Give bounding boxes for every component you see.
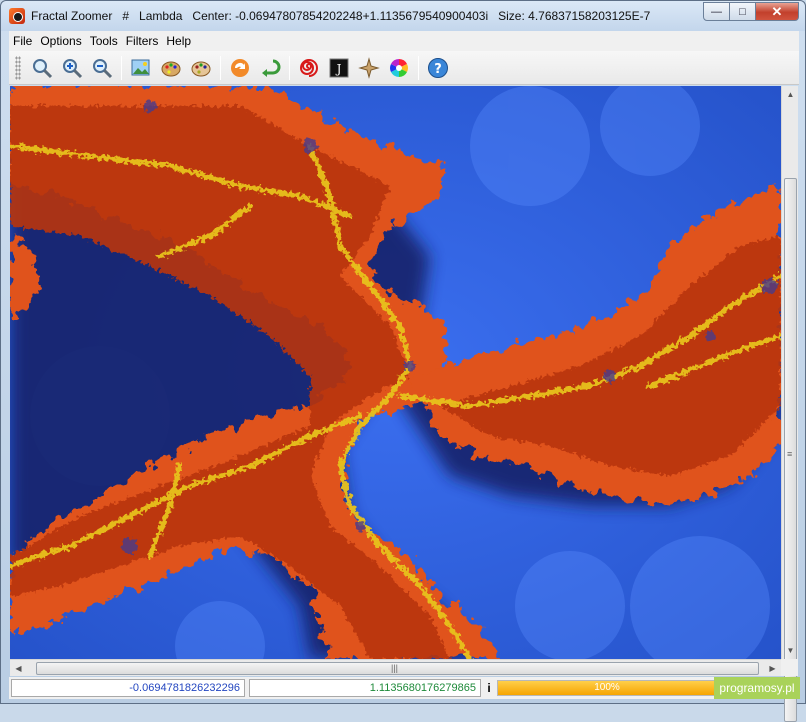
help-button[interactable]: ?	[424, 54, 452, 82]
scroll-up-arrow-icon[interactable]: ▲	[782, 86, 799, 103]
scroll-grip-icon: ≡	[787, 449, 793, 459]
title-hash: #	[122, 9, 130, 23]
imaginary-unit-label: i	[487, 681, 491, 695]
fractal-image	[10, 86, 781, 659]
scroll-grip-icon: |||	[391, 663, 399, 673]
menu-filters[interactable]: Filters	[122, 34, 163, 48]
zoom-icon	[33, 58, 53, 78]
toolbar-separator	[121, 55, 122, 80]
close-button[interactable]: ✕	[755, 2, 799, 21]
real-coordinate-field: -0.0694781826232296	[11, 679, 245, 697]
svg-text:J: J	[335, 62, 342, 76]
maximize-button[interactable]: □	[729, 2, 756, 21]
palette-out-icon	[191, 61, 211, 76]
julia-icon: J	[329, 58, 349, 77]
fractal-canvas[interactable]	[10, 86, 781, 659]
refresh-button[interactable]	[226, 54, 254, 82]
julia-button[interactable]: J	[325, 54, 353, 82]
zoom-out-icon	[93, 58, 113, 78]
svg-text:?: ?	[434, 62, 442, 77]
app-window: Fractal Zoomer # Lambda Center: -0.06947807…	[0, 0, 806, 722]
title-size: Size: 4.76837158203125E-7	[498, 9, 651, 23]
menu-options[interactable]: Options	[36, 34, 85, 48]
refresh-icon	[231, 58, 249, 77]
scroll-down-arrow-icon[interactable]: ▼	[782, 642, 799, 659]
progress-label: 100%	[594, 682, 620, 693]
zoom-in-button[interactable]	[58, 54, 86, 82]
toolbar-grip[interactable]	[15, 55, 21, 80]
zoom-out-button[interactable]	[88, 54, 116, 82]
color-wheel-button[interactable]	[385, 54, 413, 82]
vertical-scrollbar[interactable]: ▲ ≡ ▼	[781, 86, 799, 722]
palette-out-button[interactable]	[187, 54, 215, 82]
spiral-icon	[299, 58, 318, 77]
polar-projection-button[interactable]	[355, 54, 383, 82]
progress-bar: 100%	[497, 680, 717, 696]
scroll-corner	[781, 659, 798, 676]
title-center: Center: -0.06947807854202248+1.113567954…	[192, 9, 489, 23]
go-back-icon	[262, 59, 281, 77]
scroll-left-arrow-icon[interactable]: ◀	[10, 660, 27, 677]
vertical-scroll-thumb[interactable]: ≡	[784, 178, 797, 722]
save-image-icon	[131, 59, 150, 75]
horizontal-scroll-thumb[interactable]: |||	[36, 662, 759, 675]
palette-button[interactable]	[157, 54, 185, 82]
window-title: Fractal Zoomer # Lambda Center: -0.06947807…	[31, 9, 660, 23]
status-bar: -0.0694781826232296 1.1135680176279865 i…	[9, 677, 799, 699]
fractal-zoomer-app-icon[interactable]	[9, 8, 25, 24]
menu-help[interactable]: Help	[162, 34, 195, 48]
toolbar-separator	[418, 55, 419, 80]
zoom-button[interactable]	[28, 54, 56, 82]
watermark-logo: programosy.pl	[714, 677, 800, 699]
zoom-in-icon	[63, 58, 83, 78]
title-app-name: Fractal Zoomer	[31, 9, 113, 23]
imaginary-coordinate-field: 1.1135680176279865	[249, 679, 481, 697]
help-icon: ?	[428, 57, 448, 78]
spiral-button[interactable]	[295, 54, 323, 82]
window-controls: — □ ✕	[703, 2, 799, 21]
color-wheel-icon	[390, 58, 408, 77]
toolbar-separator	[220, 55, 221, 80]
toolbar-separator	[289, 55, 290, 80]
polar-icon	[358, 56, 380, 79]
minimize-button[interactable]: —	[703, 2, 730, 21]
title-bar[interactable]: Fractal Zoomer # Lambda Center: -0.06947807…	[1, 1, 805, 31]
horizontal-scrollbar[interactable]: ◀ ||| ▶	[10, 659, 781, 676]
menu-file[interactable]: File	[9, 34, 36, 48]
save-image-button[interactable]	[127, 54, 155, 82]
menu-bar: File Options Tools Filters Help	[9, 31, 799, 51]
palette-icon	[161, 61, 181, 76]
title-fractal-type: Lambda	[139, 9, 183, 23]
menu-tools[interactable]: Tools	[86, 34, 122, 48]
go-back-button[interactable]	[256, 54, 284, 82]
scroll-right-arrow-icon[interactable]: ▶	[764, 660, 781, 677]
toolbar: J ?	[9, 51, 799, 85]
